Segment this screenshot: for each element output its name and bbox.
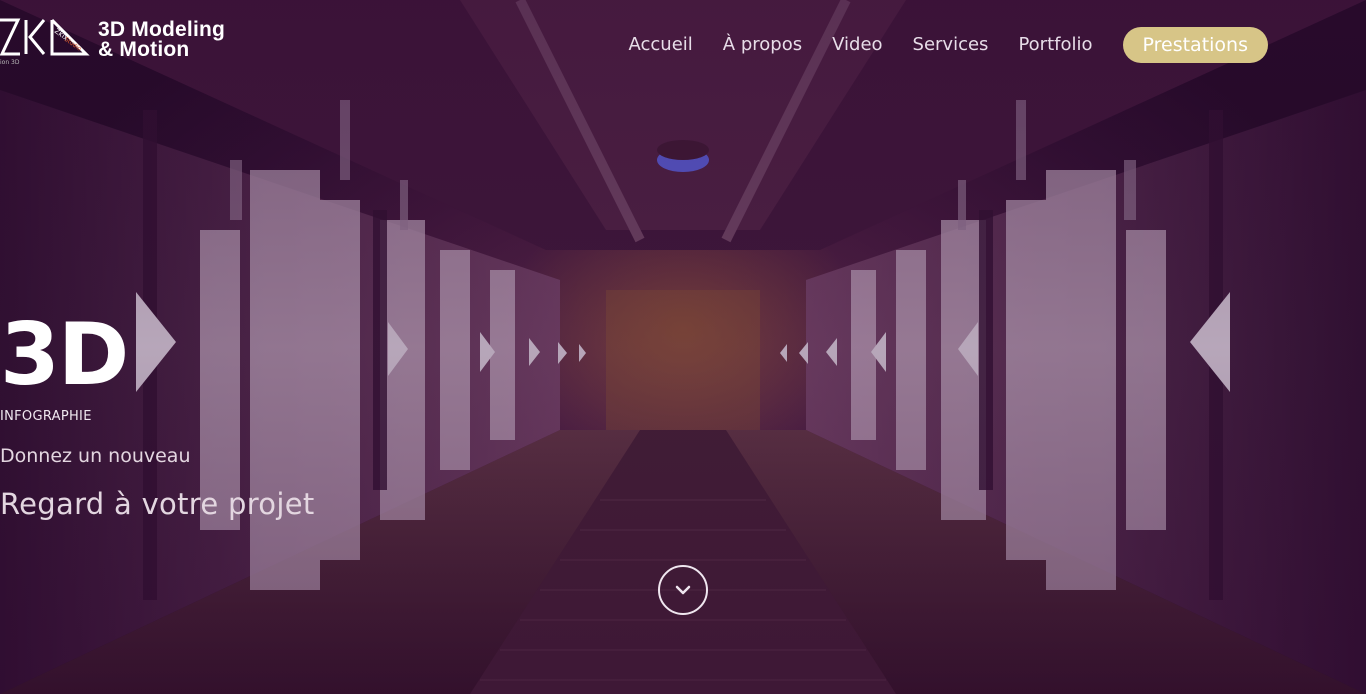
brand-line-1: 3D Modeling bbox=[98, 18, 226, 41]
hero-subtitle: INFOGRAPHIE bbox=[0, 409, 92, 424]
nav-link-accueil[interactable]: Accueil bbox=[629, 27, 693, 63]
nav-link-a-propos[interactable]: À propos bbox=[723, 27, 802, 63]
logo-mark-icon: Zkix Studio ion 3D bbox=[0, 18, 90, 66]
hero-tagline-top: Donnez un nouveau bbox=[0, 445, 191, 467]
svg-text:ion 3D: ion 3D bbox=[0, 59, 20, 66]
hero-tagline-bottom: Regard à votre projet bbox=[0, 487, 315, 521]
brand-name: 3D Modeling & Motion bbox=[98, 18, 226, 61]
scroll-down-button[interactable] bbox=[658, 565, 708, 615]
nav-link-services[interactable]: Services bbox=[913, 27, 989, 63]
prestations-button[interactable]: Prestations bbox=[1122, 27, 1268, 63]
main-nav: Accueil À propos Video Services Portfoli… bbox=[629, 27, 1268, 63]
brand-line-2: & Motion bbox=[98, 38, 190, 61]
nav-link-video[interactable]: Video bbox=[832, 27, 882, 63]
svg-text:Studio: Studio bbox=[63, 36, 83, 53]
hero-title: 3D bbox=[0, 305, 129, 405]
site-logo[interactable]: Zkix Studio ion 3D 3D Modeling & Motion bbox=[0, 14, 225, 66]
nav-link-portfolio[interactable]: Portfolio bbox=[1018, 27, 1092, 63]
chevron-down-icon bbox=[675, 585, 691, 595]
